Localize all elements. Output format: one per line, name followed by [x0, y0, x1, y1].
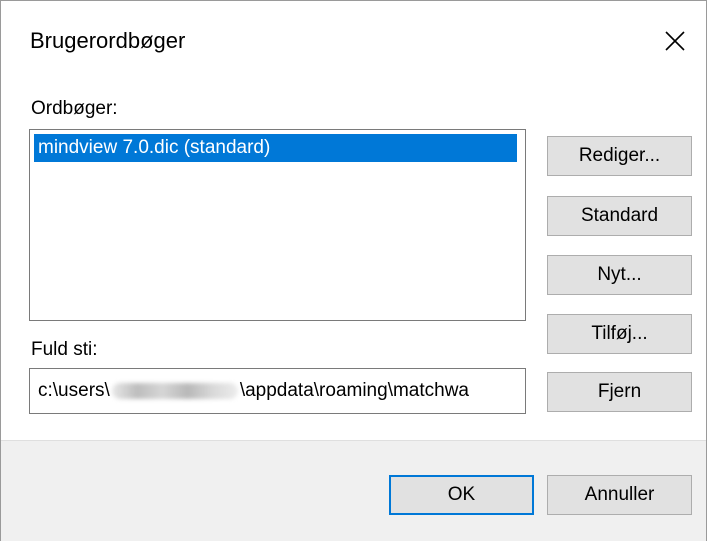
close-icon	[665, 31, 685, 51]
ok-button[interactable]: OK	[389, 475, 534, 515]
add-button[interactable]: Tilføj...	[547, 314, 692, 354]
full-path-field[interactable]: c:\users\ \appdata\roaming\matchwa	[29, 368, 526, 414]
redacted-username	[111, 382, 238, 399]
dictionaries-label: Ordbøger:	[31, 98, 118, 119]
standard-button[interactable]: Standard	[547, 196, 692, 236]
cancel-button[interactable]: Annuller	[547, 475, 692, 515]
close-button[interactable]	[657, 23, 693, 59]
remove-button[interactable]: Fjern	[547, 372, 692, 412]
dictionaries-list[interactable]: mindview 7.0.dic (standard)	[29, 129, 526, 321]
dialog-title: Brugerordbøger	[30, 28, 186, 53]
list-item[interactable]: mindview 7.0.dic (standard)	[34, 134, 517, 162]
path-suffix: \appdata\roaming\matchwa	[239, 380, 469, 401]
user-dictionaries-dialog: Brugerordbøger Ordbøger: mindview 7.0.di…	[0, 0, 707, 541]
full-path-label: Fuld sti:	[31, 339, 98, 360]
new-button[interactable]: Nyt...	[547, 255, 692, 295]
edit-button[interactable]: Rediger...	[547, 136, 692, 176]
title-bar: Brugerordbøger	[1, 1, 706, 85]
path-prefix: c:\users\	[38, 380, 110, 401]
